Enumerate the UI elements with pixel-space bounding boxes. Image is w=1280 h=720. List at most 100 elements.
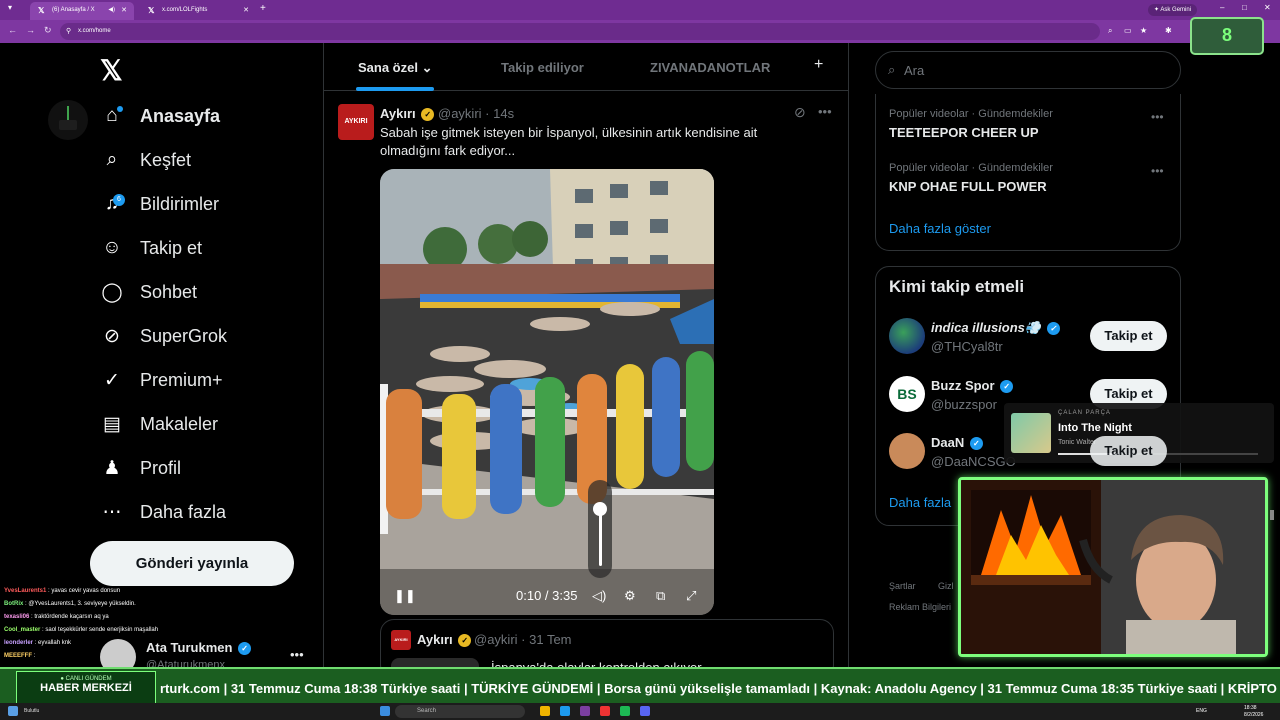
suggested-handle: @buzzspor: [931, 397, 997, 412]
follow-button[interactable]: Takip et: [1090, 436, 1167, 466]
tab-anasayfa[interactable]: 𝕏 (6) Anasayfa / X ◀) ✕: [30, 2, 134, 20]
chat-username[interactable]: YvesLaurents1: [4, 588, 46, 594]
url-field[interactable]: ⚲ x.com/home: [60, 23, 1100, 40]
taskbar-clock[interactable]: 18:38 8/2/2026: [1244, 705, 1263, 719]
chat-username[interactable]: BotRix: [4, 601, 23, 607]
close-window-icon[interactable]: ✕: [1264, 3, 1271, 12]
settings-gear-icon[interactable]: ⚙: [624, 588, 636, 604]
tab-following[interactable]: Takip ediliyor: [501, 60, 584, 75]
browser-icon[interactable]: [560, 706, 570, 716]
forward-icon[interactable]: →: [26, 25, 35, 35]
handle-text: @aykiri: [438, 106, 482, 121]
tab-label: Sana özel: [358, 60, 418, 75]
chat-username[interactable]: leonderler: [4, 640, 33, 646]
post-button[interactable]: Gönderi yayınla: [90, 541, 294, 586]
app-icon[interactable]: [580, 706, 590, 716]
ask-gemini-button[interactable]: ✦ Ask Gemini: [1148, 4, 1198, 16]
close-tab-icon[interactable]: ✕: [243, 6, 249, 14]
tweet-video[interactable]: [380, 169, 714, 615]
new-tab-icon[interactable]: +: [260, 3, 266, 14]
sidebar-item-premium-[interactable]: ✓ Premium+: [100, 365, 223, 395]
tab-lolfights[interactable]: 𝕏 x.com/LOLFights ✕: [140, 2, 256, 20]
ticker-logo: ● CANLI GÜNDEM HABER MERKEZİ: [16, 671, 156, 703]
speaker-icon[interactable]: ◀): [108, 6, 115, 13]
taskbar-search[interactable]: Search: [395, 705, 525, 718]
scrollbar-thumb[interactable]: [1270, 510, 1274, 520]
suggested-name[interactable]: indica illusions💨 ✓: [931, 320, 1062, 336]
avatar[interactable]: BS: [889, 376, 925, 412]
tab-for-you[interactable]: Sana özel ⌄: [358, 60, 433, 76]
footer-link[interactable]: Reklam Bilgileri: [889, 602, 951, 612]
search-box[interactable]: ⌕: [875, 51, 1181, 89]
tab-title: x.com/LOLFights: [162, 7, 208, 13]
sidebar-item-keşfet[interactable]: ⌕ Keşfet: [100, 145, 191, 175]
discord-icon[interactable]: [640, 706, 650, 716]
volume-knob[interactable]: [593, 502, 607, 516]
site-info-icon[interactable]: ⚲: [66, 27, 71, 35]
show-more-link[interactable]: Daha fazla: [889, 495, 951, 510]
maximize-icon[interactable]: □: [1242, 3, 1247, 12]
reload-icon[interactable]: ↻: [44, 25, 52, 36]
tab-list[interactable]: ZIVANADANOTLAR: [650, 60, 770, 75]
pip-icon[interactable]: ⧉: [656, 588, 665, 604]
extensions-icon[interactable]: ✱: [1165, 26, 1172, 35]
add-tab-icon[interactable]: +: [814, 56, 823, 74]
avatar[interactable]: [889, 433, 925, 469]
chat-username[interactable]: MEEEFFF: [4, 653, 32, 659]
more-icon[interactable]: •••: [1151, 164, 1164, 178]
x-logo-icon[interactable]: 𝕏: [100, 54, 123, 87]
language-indicator[interactable]: ENG: [1196, 708, 1207, 714]
sidebar-item-supergrok[interactable]: ⊘ SuperGrok: [100, 321, 227, 351]
suggested-name[interactable]: DaaN ✓: [931, 435, 985, 451]
volume-slider[interactable]: [588, 480, 612, 578]
sidebar-item-daha-fazla[interactable]: ⋯ Daha fazla: [100, 497, 227, 527]
who-to-follow-title: Kimi takip etmeli: [889, 277, 1025, 296]
volume-track: [599, 508, 602, 566]
footer-link[interactable]: Gizl: [938, 581, 954, 591]
trend-meta: Popüler videolar · Gündemdekiler: [889, 108, 1053, 120]
avatar[interactable]: [889, 318, 925, 354]
minimize-icon[interactable]: –: [1220, 3, 1224, 12]
search-input[interactable]: [904, 61, 1164, 79]
fullscreen-icon[interactable]: ⤢: [686, 588, 696, 604]
app-icon[interactable]: [600, 706, 610, 716]
pause-icon[interactable]: ❚❚: [394, 588, 416, 604]
volume-icon[interactable]: ◁): [592, 588, 606, 604]
trend-name[interactable]: KNP OHAE FULL POWER: [889, 179, 1047, 194]
chat-username[interactable]: texasli06: [4, 614, 29, 620]
bookmark-star-icon[interactable]: ★: [1140, 26, 1147, 35]
tab-menu-icon[interactable]: ▾: [8, 3, 12, 12]
back-icon[interactable]: ←: [8, 25, 17, 35]
quote-time: 31 Tem: [529, 632, 572, 647]
file-explorer-icon[interactable]: [540, 706, 550, 716]
follow-button[interactable]: Takip et: [1090, 321, 1167, 351]
sidebar-item-bildirimler[interactable]: ♫ 6 Bildirimler: [100, 189, 219, 219]
tweet-author[interactable]: Aykırı ✓: [380, 106, 436, 122]
sidebar-item-profil[interactable]: ♟ Profil: [100, 453, 181, 483]
more-icon[interactable]: •••: [1151, 110, 1164, 124]
suggested-name[interactable]: Buzz Spor ✓: [931, 378, 1015, 394]
weather-icon[interactable]: [8, 706, 18, 716]
spotify-icon[interactable]: [620, 706, 630, 716]
close-tab-icon[interactable]: ✕: [121, 6, 127, 14]
start-icon[interactable]: [380, 706, 390, 716]
verified-icon: ✓: [238, 642, 252, 656]
sidebar-item-anasayfa[interactable]: ⌂ Anasayfa: [100, 101, 220, 131]
tweet-handle[interactable]: @aykiri · 14s: [438, 106, 514, 121]
footer-link[interactable]: Şartlar: [889, 581, 916, 591]
quote-author: Aykırı ✓: [417, 632, 473, 648]
show-more-link[interactable]: Daha fazla göster: [889, 221, 991, 236]
sidebar-item-makaleler[interactable]: ▤ Makaleler: [100, 409, 218, 439]
more-icon[interactable]: •••: [818, 104, 832, 119]
cast-icon[interactable]: ▭: [1124, 26, 1132, 35]
avatar[interactable]: AYKIRI: [338, 104, 374, 140]
video-time: 0:10 / 3:35: [516, 588, 578, 603]
chat-username[interactable]: Cool_master: [4, 627, 40, 633]
sidebar-item-takip-et[interactable]: ☺ Takip et: [100, 233, 202, 263]
chat-text: : eyvallah knk: [33, 640, 72, 646]
zoom-icon[interactable]: ⌕: [1108, 26, 1112, 36]
trend-name[interactable]: TEETEEPOR CHEER UP: [889, 125, 1039, 140]
sidebar-item-sohbet[interactable]: ◯ Sohbet: [100, 277, 197, 307]
more-icon[interactable]: •••: [290, 647, 304, 662]
grok-icon[interactable]: ⊘: [794, 104, 806, 121]
